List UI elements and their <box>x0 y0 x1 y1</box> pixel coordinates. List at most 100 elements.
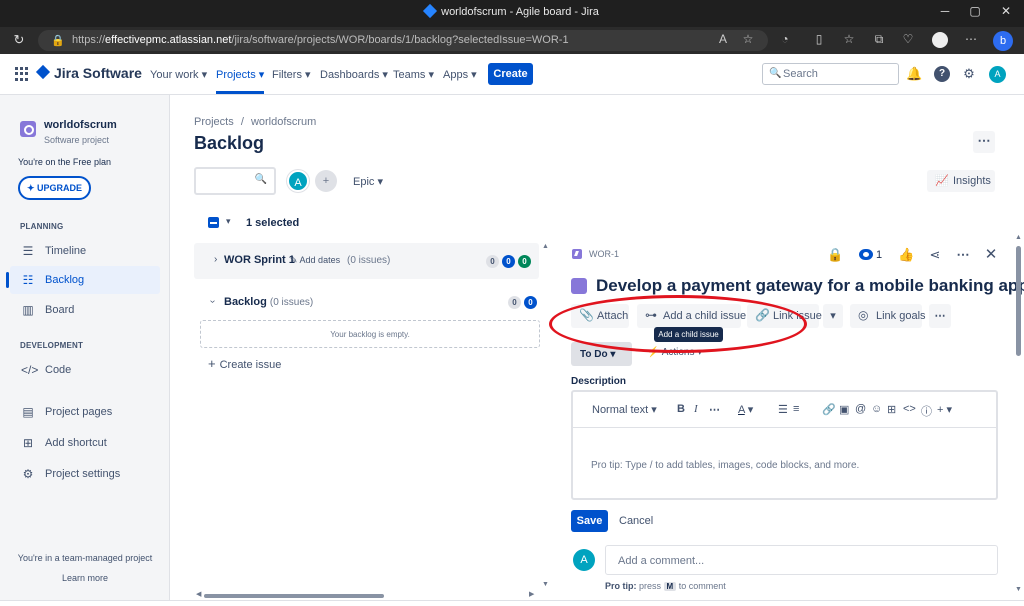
add-dates-link[interactable]: ✎ Add dates <box>290 255 340 266</box>
close-icon[interactable]: ✕ <box>983 247 999 263</box>
nav-apps[interactable]: Apps ▾ <box>443 68 477 81</box>
mention-icon[interactable]: @ <box>855 403 866 415</box>
backlog-vertical-scrollbar[interactable]: ▲ ▼ <box>541 243 549 593</box>
hierarchy-icon: ⊶ <box>645 308 657 322</box>
nav-filters[interactable]: Filters ▾ <box>272 68 311 81</box>
sidebar-item-board[interactable]: ▥ Board <box>10 296 160 324</box>
more-icon[interactable]: ⋯ <box>955 247 971 263</box>
insert-plus-icon[interactable]: + ▾ <box>937 403 952 416</box>
numbered-list-icon[interactable]: ≡ <box>793 403 799 415</box>
sprint-header[interactable]: › WOR Sprint 1 ✎ Add dates (0 issues) 0 … <box>194 243 539 279</box>
chevron-down-icon[interactable]: ▾ <box>823 304 843 328</box>
detail-vertical-scrollbar[interactable]: ▲ ▼ <box>1014 234 1023 600</box>
attach-button[interactable]: 📎 Attach <box>571 304 629 328</box>
url-field[interactable]: 🔒 https://effectivepmc.atlassian.net/jira… <box>38 30 768 51</box>
split-screen-icon[interactable]: ▯ <box>810 32 828 50</box>
health-icon[interactable]: ♡ <box>899 32 917 50</box>
board-icon: ▥ <box>22 303 34 317</box>
browser-profile-icon[interactable] <box>932 32 948 48</box>
chevron-down-icon[interactable]: ▾ <box>226 216 231 227</box>
watch-eye-icon[interactable] <box>859 249 873 260</box>
cancel-button[interactable]: Cancel <box>619 515 653 527</box>
refresh-icon[interactable]: ↻ <box>10 32 28 50</box>
save-button[interactable]: Save <box>571 510 608 532</box>
search-input[interactable]: 🔍 Search <box>762 63 899 85</box>
nav-your-work[interactable]: Your work ▾ <box>150 68 207 81</box>
upgrade-button[interactable]: ✦ UPGRADE <box>18 176 91 200</box>
create-button[interactable]: Create <box>488 63 533 85</box>
epic-icon <box>572 249 582 259</box>
learn-more-link[interactable]: Learn more <box>0 573 170 583</box>
settings-gear-icon[interactable]: ⚙ <box>961 66 977 82</box>
browser-menu-icon[interactable]: ⋯ <box>962 32 980 50</box>
sidebar-item-project-settings[interactable]: ⚙ Project settings <box>10 460 160 488</box>
chevron-down-icon[interactable]: › <box>207 300 218 303</box>
issue-title[interactable]: Develop a payment gateway for a mobile b… <box>596 276 1024 296</box>
nav-projects[interactable]: Projects ▾ <box>216 68 265 94</box>
jira-logo[interactable]: Jira Software <box>35 64 142 81</box>
nav-dashboards[interactable]: Dashboards ▾ <box>320 68 388 81</box>
close-window-icon[interactable]: ✕ <box>995 4 1017 22</box>
maximize-icon[interactable]: ▢ <box>964 4 986 22</box>
code-block-icon[interactable]: <> <box>903 403 916 415</box>
copilot-icon[interactable]: b <box>993 31 1013 51</box>
favorite-star-icon[interactable]: ☆ <box>739 32 757 50</box>
add-child-tooltip: Add a child issue <box>654 327 723 342</box>
comment-protip: Pro tip: press M to comment <box>605 581 726 591</box>
app-switcher-icon[interactable] <box>15 67 29 81</box>
link-icon[interactable]: 🔗 <box>822 403 836 416</box>
share-icon[interactable]: ⋖ <box>927 247 943 263</box>
select-all-checkbox[interactable] <box>208 217 219 228</box>
create-issue-button[interactable]: + Create issue <box>208 356 281 371</box>
more-actions-icon[interactable]: ⋯ <box>973 131 995 153</box>
help-icon[interactable]: ? <box>934 66 950 82</box>
sidebar-item-project-pages[interactable]: ▤ Project pages <box>10 398 160 426</box>
read-aloud-icon[interactable]: A <box>714 32 732 50</box>
link-issue-button[interactable]: 🔗 Link issue <box>747 304 822 328</box>
emoji-icon[interactable]: ☺ <box>871 403 882 415</box>
more-formatting-icon[interactable]: ⋯ <box>709 403 720 416</box>
text-color-icon[interactable]: A ▾ <box>738 403 753 416</box>
status-dropdown[interactable]: To Do ▾ <box>571 342 632 366</box>
sidebar-item-timeline[interactable]: ☰ Timeline <box>10 237 160 265</box>
italic-icon[interactable]: I <box>694 403 698 415</box>
actions-dropdown[interactable]: ⚡ Actions ▾ <box>647 347 702 358</box>
user-avatar[interactable]: A <box>989 66 1006 83</box>
sidebar-item-code[interactable]: </> Code <box>10 356 160 384</box>
bold-icon[interactable]: B <box>677 403 685 415</box>
description-editor[interactable]: Normal text ▾ B I ⋯ A ▾ ☰ ≡ 🔗 ▣ @ ☺ ⊞ <>… <box>571 390 998 500</box>
breadcrumb-project[interactable]: worldofscrum <box>251 116 316 128</box>
watch-count[interactable]: 1 <box>876 249 882 261</box>
bullet-list-icon[interactable]: ☰ <box>778 403 788 416</box>
breadcrumb-projects[interactable]: Projects <box>194 116 234 128</box>
issue-key[interactable]: WOR-1 <box>589 249 619 259</box>
info-icon[interactable]: ⓘ <box>921 403 932 419</box>
project-name[interactable]: worldofscrum <box>44 119 117 131</box>
collections-icon[interactable]: ⧉ <box>870 32 888 50</box>
epic-filter-dropdown[interactable]: Epic ▾ <box>353 175 383 188</box>
insights-button[interactable]: 📈 Insights <box>927 170 995 192</box>
assignee-avatar-filter[interactable]: A <box>287 170 309 192</box>
more-actions-icon[interactable]: ⋯ <box>929 304 951 328</box>
sidebar-item-add-shortcut[interactable]: ⊞ Add shortcut <box>10 429 160 457</box>
text-style-dropdown[interactable]: Normal text ▾ <box>592 403 657 416</box>
image-icon[interactable]: ▣ <box>839 403 849 416</box>
notifications-icon[interactable]: 🔔 <box>906 66 922 82</box>
horizontal-scrollbar[interactable]: ◀ ▶ <box>196 591 536 599</box>
link-goals-button[interactable]: ◎ Link goals <box>850 304 926 328</box>
minimize-icon[interactable]: ─ <box>934 4 956 22</box>
sidebar-item-backlog[interactable]: ☷ Backlog <box>6 266 160 294</box>
extensions-icon[interactable]: ◔ <box>776 32 794 50</box>
lock-icon[interactable]: 🔒 <box>827 247 843 263</box>
like-thumbs-up-icon[interactable]: 👍 <box>898 247 914 263</box>
table-icon[interactable]: ⊞ <box>887 403 896 416</box>
add-child-issue-button[interactable]: ⊶ Add a child issue <box>637 304 746 328</box>
nav-teams[interactable]: Teams ▾ <box>393 68 434 81</box>
chevron-right-icon[interactable]: › <box>214 254 217 265</box>
jira-top-nav: Jira Software Your work ▾ Projects ▾ Fil… <box>0 54 1024 95</box>
comment-input[interactable]: Add a comment... <box>605 545 998 575</box>
add-people-icon[interactable]: + <box>315 170 337 192</box>
favorites-icon[interactable]: ☆ <box>840 32 858 50</box>
backlog-section-name[interactable]: Backlog (0 issues) <box>224 296 313 308</box>
backlog-search-input[interactable]: 🔍 <box>194 167 276 195</box>
